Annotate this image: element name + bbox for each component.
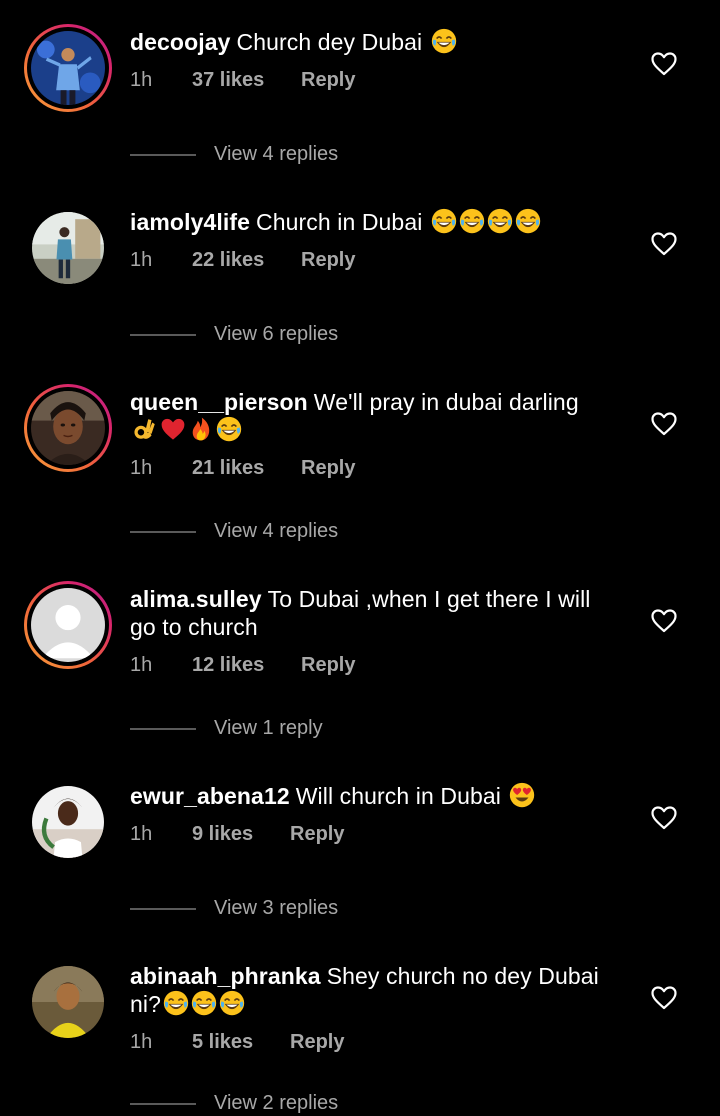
comment-text: queen__pierson We'll pray in dubai darlin… xyxy=(130,388,610,444)
comment-username[interactable]: abinaah_phranka xyxy=(130,963,321,989)
heart-icon[interactable] xyxy=(651,609,677,633)
heart-eyes-emoji-icon xyxy=(509,782,535,808)
view-replies-label: View 3 replies xyxy=(214,897,339,919)
joy-emoji-icon xyxy=(431,208,457,234)
divider-line xyxy=(130,728,196,730)
heart-icon[interactable] xyxy=(651,986,677,1010)
avatar[interactable] xyxy=(24,204,112,292)
comment-username[interactable]: iamoly4life xyxy=(130,209,250,235)
comment-username[interactable]: queen__pierson xyxy=(130,389,308,415)
comment-body: Will church in Dubai xyxy=(295,783,501,809)
reply-button[interactable]: Reply xyxy=(301,654,355,677)
view-replies-label: View 4 replies xyxy=(214,520,339,542)
joy-emoji-icon xyxy=(163,990,189,1016)
divider-line xyxy=(130,1103,196,1105)
joy-emoji-icon xyxy=(216,416,242,442)
view-replies-button[interactable]: View 1 reply xyxy=(130,717,430,741)
avatar-image xyxy=(32,786,104,858)
comment-likes[interactable]: 22 likes xyxy=(192,249,264,272)
view-replies-label: View 2 replies xyxy=(214,1092,339,1114)
reply-button[interactable]: Reply xyxy=(290,823,344,846)
comment-username[interactable]: decoojay xyxy=(130,29,231,55)
comment-time: 1h xyxy=(130,457,153,479)
avatar-image xyxy=(32,212,104,284)
divider-line xyxy=(130,531,196,533)
comment-likes[interactable]: 12 likes xyxy=(192,654,264,677)
comment-likes[interactable]: 21 likes xyxy=(192,457,264,480)
avatar[interactable] xyxy=(24,581,112,669)
heart-icon[interactable] xyxy=(651,232,677,256)
joy-emoji-icon xyxy=(191,990,217,1016)
avatar[interactable] xyxy=(24,958,112,1046)
view-replies-label: View 1 reply xyxy=(214,717,323,739)
comment-time: 1h xyxy=(130,1031,153,1053)
default-avatar-icon xyxy=(31,588,105,662)
comment-body: Church dey Dubai xyxy=(236,29,423,55)
joy-emoji-icon xyxy=(459,208,485,234)
comment-body: Church in Dubai xyxy=(256,209,423,235)
avatar[interactable] xyxy=(24,24,112,112)
comment-text: iamoly4life Church in Dubai xyxy=(130,208,610,236)
heart-icon[interactable] xyxy=(651,806,677,830)
reply-button[interactable]: Reply xyxy=(301,457,355,480)
comment-likes[interactable]: 37 likes xyxy=(192,69,264,92)
ok-hand-emoji-icon xyxy=(132,416,158,442)
comment-time: 1h xyxy=(130,823,153,845)
comment-username[interactable]: ewur_abena12 xyxy=(130,783,290,809)
divider-line xyxy=(130,908,196,910)
reply-button[interactable]: Reply xyxy=(301,249,355,272)
divider-line xyxy=(130,154,196,156)
heart-icon[interactable] xyxy=(651,52,677,76)
view-replies-button[interactable]: View 2 replies xyxy=(130,1092,430,1116)
reply-button[interactable]: Reply xyxy=(301,69,355,92)
view-replies-label: View 4 replies xyxy=(214,143,339,165)
comment-text: alima.sulley To Dubai ,when I get there I… xyxy=(130,585,610,641)
comment-time: 1h xyxy=(130,654,153,676)
joy-emoji-icon xyxy=(431,28,457,54)
fire-emoji-icon xyxy=(188,416,214,442)
view-replies-button[interactable]: View 4 replies xyxy=(130,143,430,167)
view-replies-button[interactable]: View 3 replies xyxy=(130,897,430,921)
avatar[interactable] xyxy=(24,384,112,472)
joy-emoji-icon xyxy=(219,990,245,1016)
avatar-image xyxy=(31,391,105,465)
view-replies-button[interactable]: View 6 replies xyxy=(130,323,430,347)
comment-time: 1h xyxy=(130,69,153,91)
comment-likes[interactable]: 9 likes xyxy=(192,823,253,846)
comment-username[interactable]: alima.sulley xyxy=(130,586,262,612)
heart-icon[interactable] xyxy=(651,412,677,436)
comment-body: We'll pray in dubai darling xyxy=(313,389,579,415)
divider-line xyxy=(130,334,196,336)
avatar[interactable] xyxy=(24,778,112,866)
avatar-image xyxy=(31,31,105,105)
view-replies-button[interactable]: View 4 replies xyxy=(130,520,430,544)
joy-emoji-icon xyxy=(487,208,513,234)
view-replies-label: View 6 replies xyxy=(214,323,339,345)
heart-emoji-icon xyxy=(160,416,186,442)
avatar-image xyxy=(32,966,104,1038)
reply-button[interactable]: Reply xyxy=(290,1031,344,1054)
comment-time: 1h xyxy=(130,249,153,271)
joy-emoji-icon xyxy=(515,208,541,234)
comment-likes[interactable]: 5 likes xyxy=(192,1031,253,1054)
comment-text: abinaah_phranka Shey church no dey Dubai … xyxy=(130,962,610,1018)
comment-text: decoojay Church dey Dubai xyxy=(130,28,610,56)
comment-text: ewur_abena12 Will church in Dubai xyxy=(130,782,610,810)
